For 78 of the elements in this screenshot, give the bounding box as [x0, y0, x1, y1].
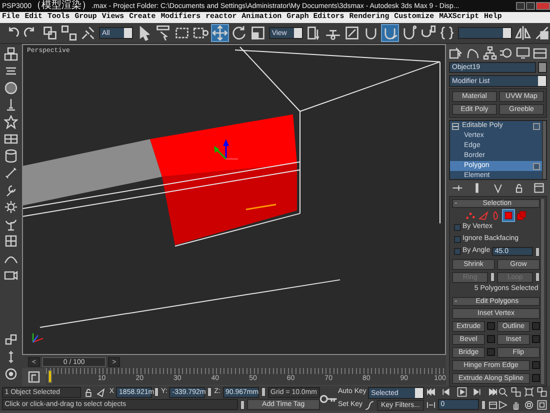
spinner[interactable]	[154, 387, 160, 398]
spinner[interactable]	[260, 387, 266, 398]
bone-icon[interactable]	[4, 166, 18, 180]
spinner[interactable]	[207, 387, 212, 398]
key-tangent-icon[interactable]	[364, 400, 376, 410]
orbit-icon[interactable]	[524, 400, 534, 410]
zoom-all-icon[interactable]	[511, 387, 521, 398]
spinner[interactable]	[490, 272, 495, 282]
checkbox[interactable]	[454, 248, 461, 255]
star-figure-icon[interactable]	[4, 115, 18, 129]
angle-snap-icon[interactable]	[382, 25, 398, 41]
monitor-icon[interactable]	[516, 46, 530, 60]
scrollbar[interactable]	[540, 198, 544, 384]
object-color-swatch[interactable]	[538, 62, 547, 73]
go-to-end-icon[interactable]	[488, 387, 498, 397]
previous-key-icon[interactable]	[441, 387, 452, 397]
grid-icon[interactable]	[4, 234, 18, 248]
go-to-start-icon[interactable]	[426, 387, 436, 397]
next-key-icon[interactable]	[472, 387, 482, 397]
window-selection-icon[interactable]	[192, 25, 209, 41]
select-by-name-icon[interactable]	[154, 25, 171, 41]
lock-icon[interactable]	[83, 386, 94, 398]
configure-icon[interactable]	[533, 182, 546, 194]
maximize-button[interactable]	[526, 2, 535, 10]
expand-toggle[interactable]	[452, 122, 459, 130]
wrench-icon[interactable]	[4, 183, 18, 197]
align-icon[interactable]	[534, 25, 550, 41]
pointer-box-icon[interactable]	[449, 46, 463, 60]
magnifier-icon[interactable]	[498, 387, 508, 398]
selection-mode-icon[interactable]	[96, 386, 108, 398]
square-slash-icon[interactable]	[344, 25, 360, 41]
time-configuration-icon[interactable]	[488, 400, 498, 410]
key-curve-icon[interactable]	[27, 370, 41, 384]
toolbox-icon[interactable]	[532, 46, 547, 60]
curve-icon[interactable]	[466, 46, 480, 60]
transform-gizmo-icon	[214, 139, 276, 210]
spinner[interactable]	[481, 400, 486, 410]
spinner[interactable]	[535, 246, 540, 256]
link-icon[interactable]	[42, 25, 58, 41]
hierarchy-icon[interactable]	[482, 46, 497, 60]
maximize-viewport-icon[interactable]	[537, 400, 547, 410]
mirror-icon[interactable]	[515, 25, 532, 41]
cylinder-icon[interactable]	[4, 149, 18, 163]
stacked-cubes-icon[interactable]	[4, 47, 18, 61]
rectangle-selection-icon[interactable]	[174, 25, 190, 41]
checkbox[interactable]	[454, 224, 461, 231]
frame-marker[interactable]	[48, 370, 52, 383]
gear-icon[interactable]	[4, 200, 18, 214]
zoom-extents-all-icon[interactable]	[537, 387, 547, 398]
edge-icon[interactable]	[478, 210, 489, 220]
element-icon[interactable]	[516, 210, 527, 220]
visibility-toggle[interactable]	[533, 122, 540, 130]
cubes-icon[interactable]	[4, 333, 18, 347]
spinner[interactable]	[240, 400, 245, 410]
rotate-icon[interactable]	[230, 25, 247, 41]
polygon-icon[interactable]	[503, 210, 514, 220]
camera-icon[interactable]	[4, 268, 18, 282]
pan-hand-icon[interactable]	[511, 400, 521, 410]
dropdown[interactable]	[458, 27, 512, 39]
spinner[interactable]	[535, 272, 540, 282]
move-icon[interactable]	[212, 25, 228, 41]
zoom-extents-icon[interactable]	[524, 387, 534, 398]
vertex-dots-icon[interactable]	[465, 210, 476, 220]
orbit-icon[interactable]	[4, 367, 18, 381]
sphere-icon[interactable]	[4, 81, 18, 95]
panels-icon[interactable]	[4, 132, 18, 146]
braces-icon[interactable]	[438, 25, 455, 41]
motion-icon[interactable]	[499, 46, 514, 60]
axis-tripod-icon	[32, 333, 44, 343]
fork-icon[interactable]	[492, 182, 504, 194]
percent-snap-icon[interactable]	[400, 25, 417, 41]
scale-icon[interactable]	[250, 25, 266, 41]
play-icon[interactable]	[456, 387, 467, 397]
pivot-icon[interactable]	[306, 25, 322, 41]
scrollbar[interactable]	[542, 121, 546, 179]
checkbox[interactable]	[454, 236, 461, 243]
unlink-icon[interactable]	[61, 25, 77, 41]
minimize-button[interactable]	[516, 2, 525, 10]
